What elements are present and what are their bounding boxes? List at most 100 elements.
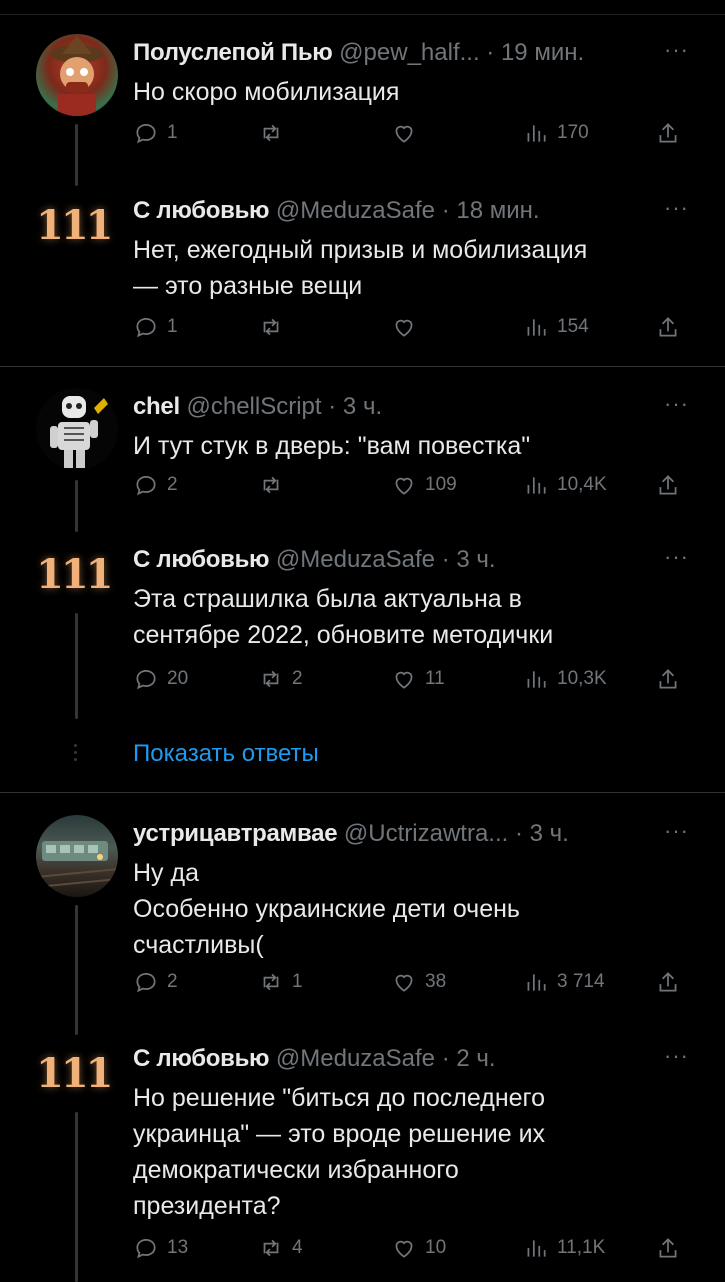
like-count: 10	[425, 1237, 447, 1258]
handle[interactable]: @chellScript	[187, 393, 322, 420]
reply-count: 1	[167, 316, 178, 337]
display-name[interactable]: С любовью	[133, 197, 270, 224]
retweet-button[interactable]: 2	[258, 664, 303, 694]
views-button[interactable]: 10,4K	[523, 470, 607, 500]
tweet-actions: 20 2 11 10,3K	[133, 664, 689, 694]
handle[interactable]: @Uctrizawtra...	[344, 820, 508, 847]
display-name[interactable]: устрицавтрамвае	[133, 820, 338, 847]
thread-line	[75, 480, 78, 532]
display-name[interactable]: С любовью	[133, 546, 270, 573]
avatar[interactable]	[36, 34, 118, 116]
avatar[interactable]: 111	[36, 551, 118, 611]
more-options-icon[interactable]: ···	[664, 39, 689, 61]
retweet-icon	[263, 124, 279, 142]
share-icon	[659, 972, 677, 992]
retweet-button[interactable]	[258, 118, 292, 148]
handle[interactable]: @MeduzaSafe	[276, 1045, 435, 1072]
like-button[interactable]: 11	[391, 664, 445, 694]
heart-icon	[395, 1240, 413, 1258]
share-icon	[659, 123, 677, 143]
retweet-icon	[263, 973, 279, 991]
handle[interactable]: @MeduzaSafe	[276, 546, 435, 573]
display-name[interactable]: Полуслепой Пью	[133, 39, 333, 66]
separator-dot: ·	[486, 39, 495, 66]
display-name[interactable]: С любовью	[133, 1045, 270, 1072]
timestamp[interactable]: 3 ч.	[343, 393, 382, 420]
like-button[interactable]	[391, 312, 425, 342]
retweet-button[interactable]	[258, 312, 292, 342]
views-button[interactable]: 170	[523, 118, 589, 148]
reply-icon	[136, 318, 156, 338]
tweet-actions: 1 154	[133, 312, 689, 342]
like-button[interactable]: 109	[391, 470, 457, 500]
tweet-actions: 13 4 10 11,1K	[133, 1233, 689, 1263]
share-button[interactable]	[655, 967, 689, 997]
views-count: 170	[557, 122, 589, 143]
like-button[interactable]: 38	[391, 967, 446, 997]
reply-button[interactable]: 1	[133, 118, 178, 148]
views-icon	[527, 477, 546, 494]
like-button[interactable]: 10	[391, 1233, 446, 1263]
heart-icon	[395, 477, 413, 495]
views-button[interactable]: 3 714	[523, 967, 605, 997]
show-replies-link[interactable]: Показать ответы	[133, 740, 319, 768]
more-options-icon[interactable]: ···	[664, 546, 689, 568]
like-count: 38	[425, 971, 447, 992]
tweet-actions: 2 1 38 3 714	[133, 967, 689, 997]
display-name[interactable]: chel	[133, 393, 180, 420]
meduza-logo-icon: 111	[36, 1050, 113, 1097]
timestamp[interactable]: 3 ч.	[456, 546, 495, 573]
avatar[interactable]	[36, 388, 118, 470]
timestamp[interactable]: 19 мин.	[501, 39, 584, 66]
views-icon	[527, 319, 546, 336]
like-button[interactable]	[391, 118, 425, 148]
retweet-count: 2	[292, 668, 303, 689]
share-icon	[659, 669, 677, 689]
timestamp[interactable]: 2 ч.	[456, 1045, 495, 1072]
avatar[interactable]	[36, 815, 118, 897]
timestamp[interactable]: 18 мин.	[456, 197, 539, 224]
reply-button[interactable]: 2	[133, 967, 178, 997]
more-options-icon[interactable]: ···	[664, 1045, 689, 1067]
timestamp[interactable]: 3 ч.	[530, 820, 569, 847]
reply-icon	[136, 973, 156, 993]
reply-button[interactable]: 13	[133, 1233, 188, 1263]
reply-icon	[136, 124, 156, 144]
more-options-icon[interactable]: ···	[664, 197, 689, 219]
top-divider	[0, 14, 725, 15]
share-button[interactable]	[655, 664, 689, 694]
share-button[interactable]	[655, 312, 689, 342]
reply-count: 1	[167, 122, 178, 143]
retweet-icon	[263, 670, 279, 688]
reply-button[interactable]: 20	[133, 664, 188, 694]
reply-count: 2	[167, 474, 178, 495]
retweet-button[interactable]	[258, 470, 292, 500]
heart-icon	[395, 974, 413, 992]
reply-count: 2	[167, 971, 178, 992]
views-button[interactable]: 10,3K	[523, 664, 607, 694]
tram-avatar-icon	[36, 841, 118, 888]
reply-button[interactable]: 1	[133, 312, 178, 342]
handle[interactable]: @pew_half...	[339, 39, 479, 66]
separator-dot: ·	[441, 1045, 450, 1072]
retweet-button[interactable]: 1	[258, 967, 303, 997]
views-button[interactable]: 11,1K	[523, 1233, 605, 1263]
share-button[interactable]	[655, 118, 689, 148]
like-count: 11	[425, 668, 445, 689]
views-button[interactable]: 154	[523, 312, 589, 342]
retweet-button[interactable]: 4	[258, 1233, 303, 1263]
more-options-icon[interactable]: ···	[664, 393, 689, 415]
share-button[interactable]	[655, 1233, 689, 1263]
more-options-icon[interactable]: ···	[664, 820, 689, 842]
retweet-count: 1	[292, 971, 303, 992]
retweet-icon	[263, 476, 279, 494]
thread-continuation-dots	[74, 744, 78, 765]
reply-button[interactable]: 2	[133, 470, 178, 500]
share-button[interactable]	[655, 470, 689, 500]
avatar[interactable]: 111	[36, 1050, 118, 1110]
avatar[interactable]: 111	[36, 202, 118, 262]
views-count: 11,1K	[557, 1237, 606, 1258]
tweet-header: С любовью @MeduzaSafe · 3 ч.	[133, 543, 665, 577]
handle[interactable]: @MeduzaSafe	[276, 197, 435, 224]
tweet-text: И тут стук в дверь: "вам повестка"	[133, 432, 531, 460]
